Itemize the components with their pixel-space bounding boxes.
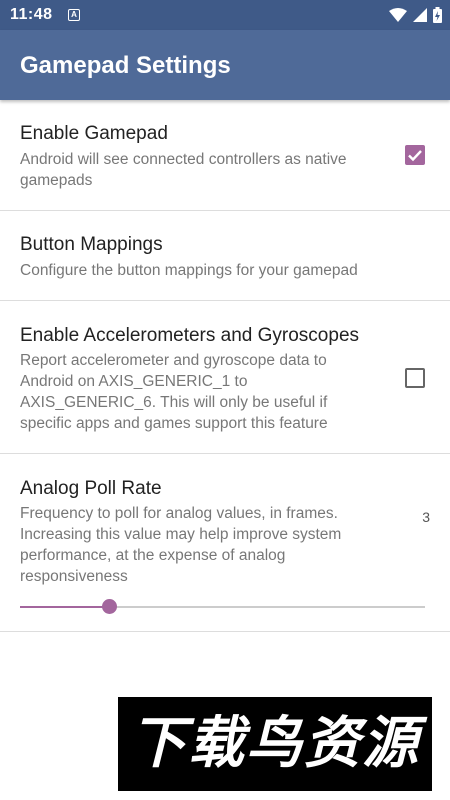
pref-summary: Report accelerometer and gyroscope data … <box>20 352 328 432</box>
pref-summary: Frequency to poll for analog values, in … <box>20 505 342 585</box>
poll-rate-slider[interactable] <box>20 599 425 614</box>
app-bar: Gamepad Settings <box>0 30 450 100</box>
watermark-logo: 下载鸟资源 <box>118 697 432 791</box>
signal-icon <box>413 8 427 22</box>
status-icons <box>389 6 442 24</box>
wifi-icon <box>389 8 407 22</box>
check-icon <box>408 150 422 162</box>
notification-a-icon: A <box>68 9 80 21</box>
battery-charging-icon <box>433 7 442 23</box>
page-title: Gamepad Settings <box>20 52 231 79</box>
status-bar: 11:48 A <box>0 0 450 30</box>
pref-summary: Android will see connected controllers a… <box>20 151 347 189</box>
slider-fill <box>20 606 110 608</box>
enable-accelerometers-checkbox[interactable] <box>405 368 425 388</box>
pref-title: Button Mappings <box>20 234 163 255</box>
pref-enable-gamepad[interactable]: Enable Gamepad Android will see connecte… <box>0 100 450 211</box>
pref-title: Enable Accelerometers and Gyroscopes <box>20 325 360 346</box>
enable-gamepad-checkbox[interactable] <box>405 145 425 165</box>
pref-analog-poll-rate[interactable]: Analog Poll Rate Frequency to poll for a… <box>0 454 450 632</box>
settings-list: Enable Gamepad Android will see connecte… <box>0 100 450 632</box>
poll-rate-value: 3 <box>422 509 430 525</box>
pref-title: Enable Gamepad <box>20 123 168 144</box>
pref-enable-accelerometers[interactable]: Enable Accelerometers and Gyroscopes Rep… <box>0 301 450 454</box>
slider-thumb[interactable] <box>102 599 118 614</box>
pref-title: Analog Poll Rate <box>20 478 162 499</box>
status-time: 11:48 <box>10 6 53 23</box>
pref-summary: Configure the button mappings for your g… <box>20 262 358 279</box>
pref-button-mappings[interactable]: Button Mappings Configure the button map… <box>0 211 450 301</box>
